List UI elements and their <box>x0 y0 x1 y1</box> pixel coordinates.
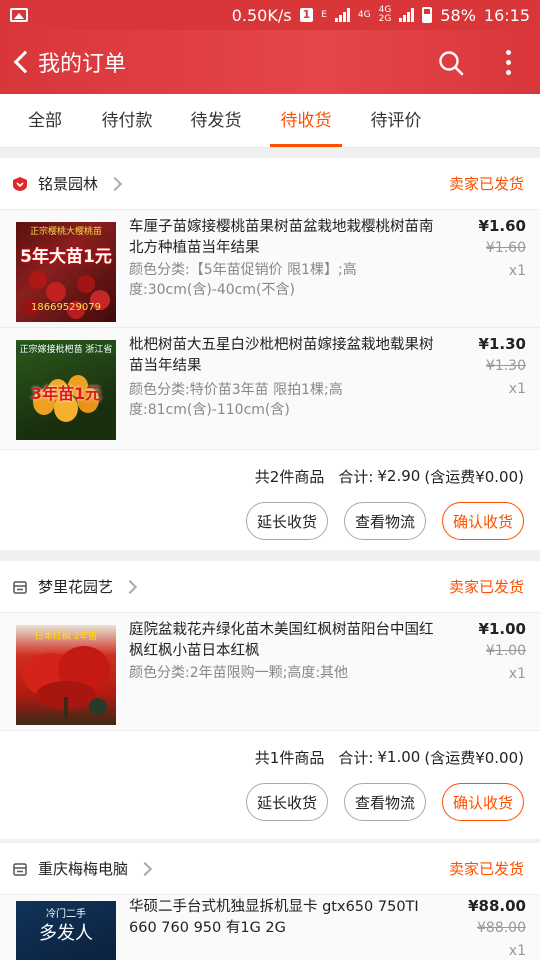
page-title: 我的订单 <box>38 52 127 77</box>
network-4g-label: 4G <box>357 9 371 20</box>
confirm-receipt-button[interactable]: 确认收货 <box>441 783 524 821</box>
product-title: 华硕二手台式机独显拆机显卡 gtx650 750TI 660 760 950 有… <box>129 899 419 936</box>
view-logistics-button[interactable]: 查看物流 <box>343 783 426 821</box>
network-2g-bottom: 2G <box>378 14 392 24</box>
product-quantity: x1 <box>508 943 526 959</box>
status-right: 0.50K/s 1 E 4G 4G 2G 58% 16:15 <box>232 6 530 25</box>
item-count: 共2件商品 <box>254 467 325 486</box>
product-price: ¥1.60 <box>478 217 526 235</box>
product-quantity: x1 <box>508 263 526 279</box>
sim-icon: 1 <box>299 8 314 22</box>
order-actions: 延长收货 查看物流 确认收货 <box>0 783 540 839</box>
item-count: 共1件商品 <box>254 748 325 767</box>
order-status: 卖家已发货 <box>448 175 524 193</box>
product-quantity: x1 <box>508 381 526 397</box>
tab-pending-review[interactable]: 待评价 <box>370 94 422 148</box>
product-image-caption-top: 冷门二手 <box>46 909 86 920</box>
view-logistics-button[interactable]: 查看物流 <box>343 502 426 540</box>
product-image-caption-mid: 3年苗1元 <box>30 384 102 403</box>
product-spec: 颜色分类:特价苗3年苗 限拍1棵;高度:81cm(含)-110cm(含) <box>129 382 343 418</box>
order-actions: 延长收货 查看物流 确认收货 <box>0 502 540 550</box>
chevron-right-icon <box>137 861 153 876</box>
signal-icon <box>334 8 350 22</box>
battery-icon <box>422 7 433 23</box>
network-dual-label: 4G 2G <box>379 6 392 24</box>
chevron-right-icon <box>122 579 138 594</box>
order-summary: 共1件商品 合计: ¥1.00 (含运费¥0.00) <box>0 731 540 783</box>
shop-badge-icon <box>13 176 27 191</box>
product-price: ¥1.00 <box>478 620 526 638</box>
app-header: 我的订单 <box>0 30 540 94</box>
product-image-caption-mid: 多发人 <box>39 923 93 944</box>
product-image-caption-top: 日本红枫 2年苗 <box>34 632 98 642</box>
tab-all[interactable]: 全部 <box>27 94 63 148</box>
network-e-label: E <box>321 9 327 20</box>
total-amount: ¥1.00 <box>377 748 421 766</box>
product-original-price: ¥88.00 <box>477 920 526 936</box>
search-icon[interactable] <box>438 50 464 76</box>
product-title: 枇杷树苗大五星白沙枇杷树苗嫁接盆栽地载果树苗当年结果 <box>129 337 434 374</box>
shop-header[interactable]: 梦里花园艺 卖家已发货 <box>0 561 540 613</box>
product-image-caption-top: 正宗樱桃大樱桃苗 <box>29 227 102 237</box>
order-summary: 共2件商品 合计: ¥2.90 (含运费¥0.00) <box>0 450 540 502</box>
order-card: 梦里花园艺 卖家已发货 日本红枫 2年苗 庭院盆栽花卉绿化苗木美国红枫树苗阳台中… <box>0 561 540 839</box>
extend-receipt-button[interactable]: 延长收货 <box>245 783 328 821</box>
product-image-caption-bottom: 18669529079 <box>31 302 101 313</box>
order-tabs: 全部 待付款 待发货 待收货 待评价 <box>0 94 540 148</box>
shop-name: 重庆梅梅电脑 <box>38 860 129 878</box>
more-menu-icon[interactable] <box>496 46 520 78</box>
store-icon <box>13 862 27 876</box>
tab-pending-receipt[interactable]: 待收货 <box>270 94 342 148</box>
product-original-price: ¥1.00 <box>485 643 526 659</box>
order-card: 铭景园林 卖家已发货 正宗樱桃大樱桃苗 5年大苗1元 18669529079 车… <box>0 158 540 550</box>
chevron-right-icon <box>107 176 123 191</box>
order-item[interactable]: 冷门二手 多发人 华硕二手台式机独显拆机显卡 gtx650 750TI 660 … <box>0 895 540 960</box>
order-card: 重庆梅梅电脑 卖家已发货 冷门二手 多发人 华硕二手台式机独显拆机显卡 gtx6… <box>0 843 540 960</box>
order-status: 卖家已发货 <box>448 860 524 878</box>
shop-header[interactable]: 重庆梅梅电脑 卖家已发货 <box>0 843 540 895</box>
product-spec: 颜色分类:【5年苗促销价 限1棵】;高度:30cm(含)-40cm(不含) <box>129 262 357 298</box>
shop-name: 梦里花园艺 <box>38 578 114 596</box>
confirm-receipt-button[interactable]: 确认收货 <box>441 502 524 540</box>
order-item[interactable]: 日本红枫 2年苗 庭院盆栽花卉绿化苗木美国红枫树苗阳台中国红枫红枫小苗日本红枫 … <box>0 613 540 731</box>
battery-percent: 58% <box>440 5 476 25</box>
product-title: 庭院盆栽花卉绿化苗木美国红枫树苗阳台中国红枫红枫小苗日本红枫 <box>129 622 434 659</box>
product-original-price: ¥1.60 <box>485 240 526 256</box>
product-price: ¥1.30 <box>478 335 526 353</box>
product-image: 正宗嫁接枇杷苗 浙江省 3年苗1元 <box>16 340 116 440</box>
product-image: 正宗樱桃大樱桃苗 5年大苗1元 18669529079 <box>16 222 116 322</box>
clock: 16:15 <box>483 5 530 25</box>
product-image: 日本红枫 2年苗 <box>16 625 116 725</box>
product-original-price: ¥1.30 <box>485 358 526 374</box>
order-status: 卖家已发货 <box>448 578 524 596</box>
tab-pending-shipment[interactable]: 待发货 <box>190 94 242 148</box>
total-label: 合计: <box>338 748 374 767</box>
product-spec: 颜色分类:2年苗限购一颗;高度:其他 <box>129 665 349 681</box>
product-title: 车厘子苗嫁接樱桃苗果树苗盆栽地栽樱桃树苗南北方种植苗当年结果 <box>129 219 434 256</box>
status-bar: 0.50K/s 1 E 4G 4G 2G 58% 16:15 <box>0 0 540 30</box>
store-icon <box>13 580 27 594</box>
product-image: 冷门二手 多发人 <box>16 901 116 960</box>
tab-pending-payment[interactable]: 待付款 <box>101 94 153 148</box>
signal-icon-2 <box>399 8 415 22</box>
product-image-caption-top: 正宗嫁接枇杷苗 浙江省 <box>16 342 116 355</box>
shop-name: 铭景园林 <box>38 175 99 193</box>
order-item[interactable]: 正宗樱桃大樱桃苗 5年大苗1元 18669529079 车厘子苗嫁接樱桃苗果树苗… <box>0 210 540 328</box>
product-quantity: x1 <box>508 666 526 682</box>
order-item[interactable]: 正宗嫁接枇杷苗 浙江省 3年苗1元 枇杷树苗大五星白沙枇杷树苗嫁接盆栽地载果树苗… <box>0 328 540 450</box>
product-price: ¥88.00 <box>468 897 526 915</box>
back-arrow-icon <box>13 50 37 74</box>
total-label: 合计: <box>338 467 374 486</box>
total-amount: ¥2.90 <box>377 467 421 485</box>
shop-header[interactable]: 铭景园林 卖家已发货 <box>0 158 540 210</box>
back-button[interactable] <box>6 30 37 94</box>
shipping-fee: (含运费¥0.00) <box>424 748 524 767</box>
gallery-icon <box>10 8 28 22</box>
product-image-caption-mid: 5年大苗1元 <box>20 247 112 267</box>
shipping-fee: (含运费¥0.00) <box>424 467 524 486</box>
extend-receipt-button[interactable]: 延长收货 <box>245 502 328 540</box>
network-speed: 0.50K/s <box>231 5 292 25</box>
